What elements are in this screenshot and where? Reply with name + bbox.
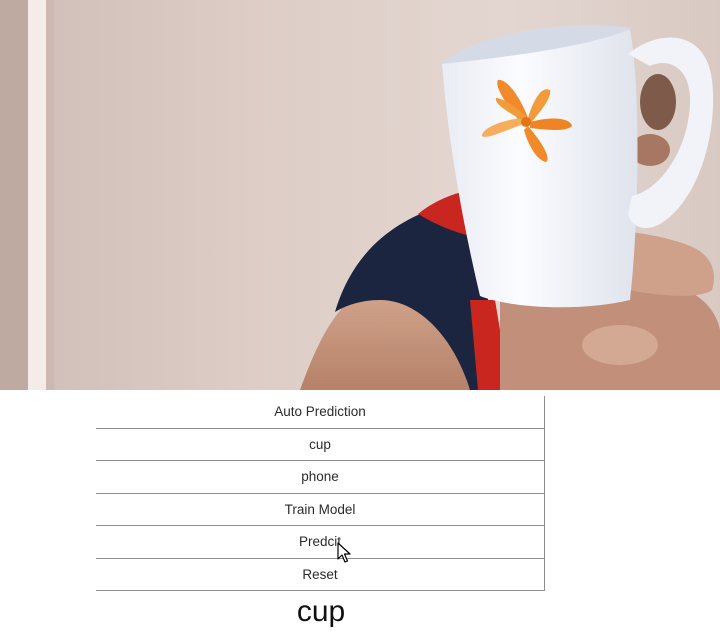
finger-behind-handle bbox=[640, 74, 676, 130]
finger bbox=[582, 325, 658, 365]
door-frame-edge bbox=[28, 0, 46, 390]
auto-prediction-button[interactable]: Auto Prediction bbox=[96, 396, 545, 429]
predict-button[interactable]: Predcit bbox=[96, 526, 545, 559]
control-panel: Auto Prediction cup phone Train Model Pr… bbox=[96, 396, 545, 591]
app-page: Auto Prediction cup phone Train Model Pr… bbox=[0, 0, 720, 631]
webcam-image bbox=[0, 0, 720, 390]
reset-button[interactable]: Reset bbox=[96, 558, 545, 591]
prediction-result: cup bbox=[296, 595, 346, 628]
cup-class-button[interactable]: cup bbox=[96, 428, 545, 461]
door-frame bbox=[0, 0, 28, 390]
webcam-feed bbox=[0, 0, 720, 390]
phone-class-button[interactable]: phone bbox=[96, 461, 545, 494]
door-frame-shadow bbox=[46, 0, 54, 390]
train-model-button[interactable]: Train Model bbox=[96, 493, 545, 526]
